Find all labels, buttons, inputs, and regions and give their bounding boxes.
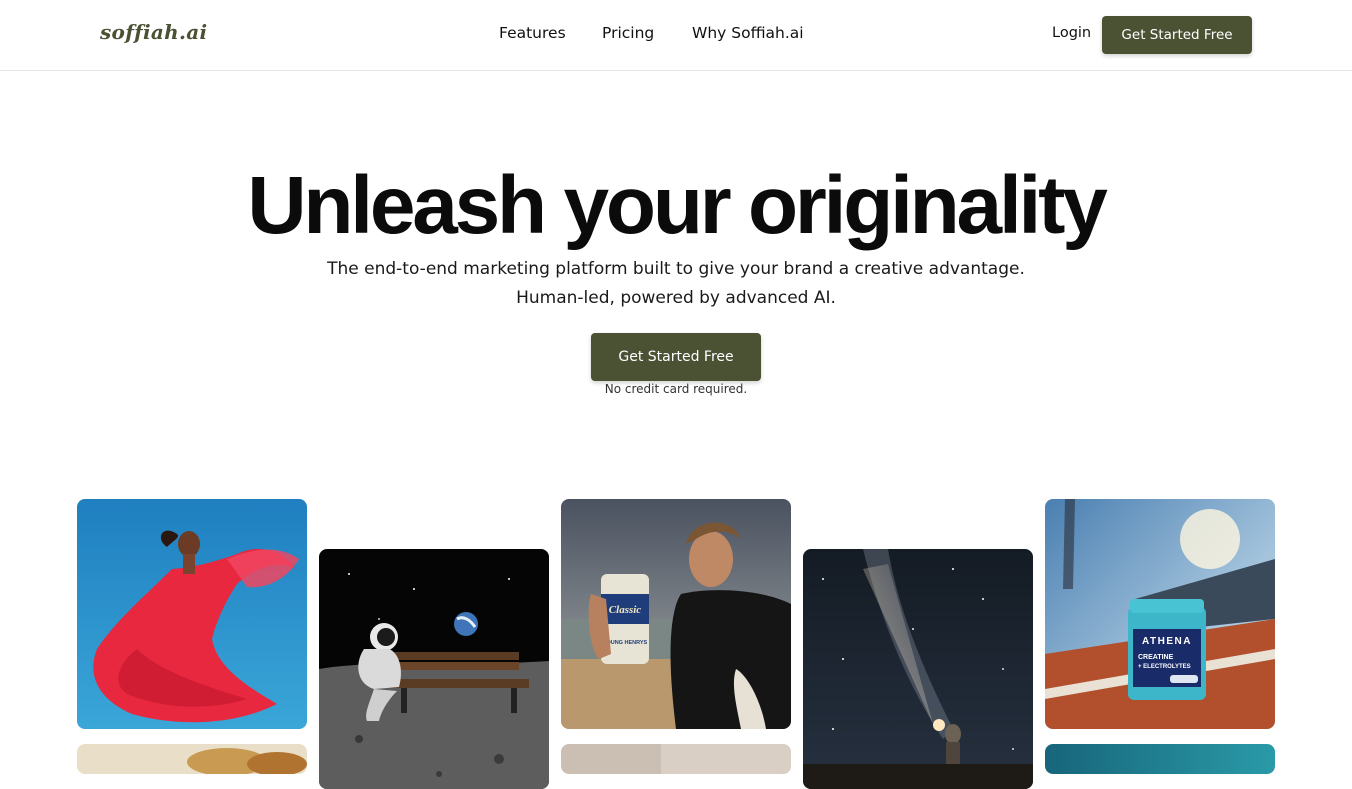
can-label-classic: Classic <box>609 604 642 616</box>
gallery-image-astronaut-bench <box>319 549 549 789</box>
gallery-image-beer-can-surfer: Classic YOUNG HENRYS <box>561 499 791 729</box>
login-link[interactable]: Login <box>1052 25 1091 41</box>
no-credit-card-note: No credit card required. <box>604 382 748 396</box>
nav-link-why-soffiah[interactable]: Why Soffiah.ai <box>692 24 804 42</box>
hero-subtitle-line2: Human-led, powered by advanced AI. <box>516 288 836 308</box>
jar-brand-label: ATHENA <box>1142 636 1192 647</box>
hero-get-started-button[interactable]: Get Started Free <box>591 333 761 381</box>
site-header: soffiah.ai Features Pricing Why Soffiah.… <box>0 0 1352 71</box>
hero-title: Unleash your originality <box>247 160 1107 251</box>
gallery-image-night-sky <box>803 549 1033 789</box>
gallery-image-interior <box>561 744 791 774</box>
gallery-image-dancer <box>77 499 307 729</box>
gallery-image-teal <box>1045 744 1275 774</box>
hero-subtitle-line1: The end-to-end marketing platform built … <box>327 259 1025 279</box>
nav-link-pricing[interactable]: Pricing <box>602 24 654 42</box>
header-get-started-button[interactable]: Get Started Free <box>1102 16 1252 54</box>
jar-label-line1: CREATINE <box>1138 654 1174 661</box>
gallery-image-food <box>77 744 307 774</box>
jar-label-line2: + ELECTROLYTES <box>1138 664 1191 670</box>
gallery-image-athena-jar: ATHENA CREATINE + ELECTROLYTES <box>1045 499 1275 729</box>
nav-link-features[interactable]: Features <box>499 24 566 42</box>
